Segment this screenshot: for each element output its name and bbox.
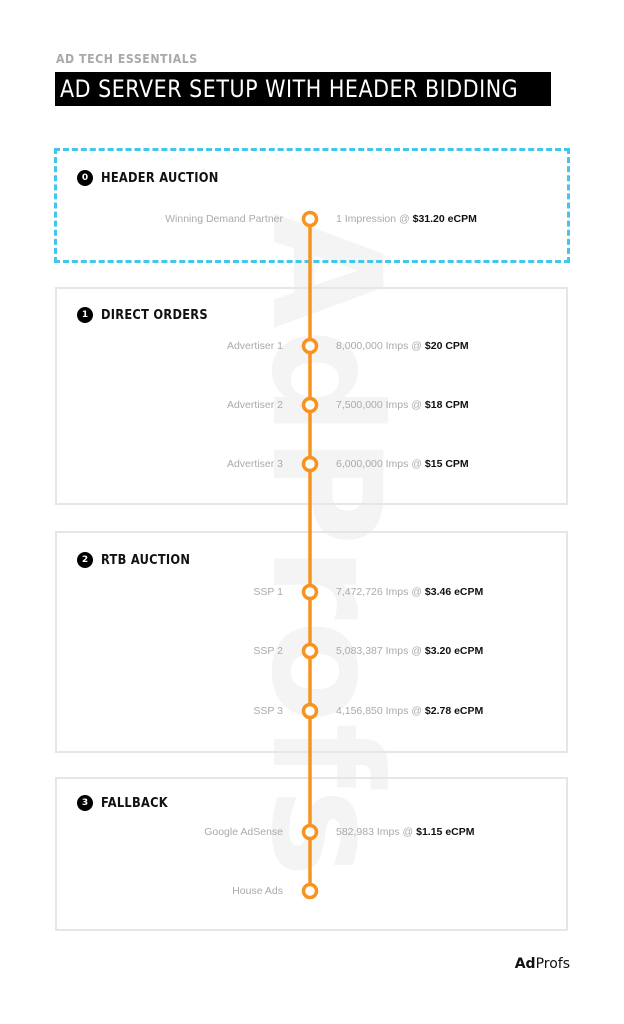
section-title: DIRECT ORDERS xyxy=(101,307,208,323)
step-badge: 2 xyxy=(77,552,93,568)
step-badge: 3 xyxy=(77,795,93,811)
item-volume: 5,083,387 Imps @ xyxy=(336,645,422,657)
step-badge: 1 xyxy=(77,307,93,323)
item-name: Advertiser 3 xyxy=(226,458,283,470)
item-value: 5,083,387 Imps @ $3.20 eCPM xyxy=(336,645,483,657)
section-header-3: 3 FALLBACK xyxy=(77,795,177,811)
logo-bold: Ad xyxy=(514,956,536,972)
section-box-header-auction xyxy=(54,148,570,263)
item-value: 1 Impression @ $31.20 eCPM xyxy=(336,213,477,225)
item-name: Advertiser 2 xyxy=(226,399,283,411)
kicker: AD TECH ESSENTIALS xyxy=(56,51,198,66)
item-volume: 7,472,726 Imps @ xyxy=(336,586,422,598)
adprofs-logo: AdProfs xyxy=(515,956,570,972)
item-name: Winning Demand Partner xyxy=(165,213,283,225)
section-header-1: 1 DIRECT ORDERS xyxy=(77,307,222,323)
item-price: $15 CPM xyxy=(424,458,469,470)
item-volume: 4,156,850 Imps @ xyxy=(336,705,422,717)
item-volume: 8,000,000 Imps @ xyxy=(336,340,422,352)
section-header-2: 2 RTB AUCTION xyxy=(77,552,202,568)
item-value: 6,000,000 Imps @ $15 CPM xyxy=(336,458,469,470)
item-price: $3.20 eCPM xyxy=(424,645,484,657)
item-price: $20 CPM xyxy=(424,340,469,352)
item-value: 8,000,000 Imps @ $20 CPM xyxy=(336,340,469,352)
item-name: SSP 1 xyxy=(253,586,283,598)
logo-regular: Profs xyxy=(535,956,570,972)
item-name: SSP 3 xyxy=(253,705,283,717)
item-price: $1.15 eCPM xyxy=(416,826,475,838)
item-volume: 1 Impression @ xyxy=(336,213,410,225)
page-title: AD SERVER SETUP WITH HEADER BIDDING xyxy=(60,75,519,103)
section-title: RTB AUCTION xyxy=(101,552,191,568)
item-name: SSP 2 xyxy=(253,645,283,657)
item-price: $31.20 eCPM xyxy=(412,213,477,225)
section-title: HEADER AUCTION xyxy=(101,170,219,186)
item-volume: 7,500,000 Imps @ xyxy=(336,399,422,411)
step-badge: 0 xyxy=(77,170,93,186)
item-price: $18 CPM xyxy=(424,399,469,411)
item-name: Advertiser 1 xyxy=(226,340,283,352)
item-volume: 582,983 Imps @ xyxy=(336,826,414,838)
item-value: 582,983 Imps @ $1.15 eCPM xyxy=(336,826,475,838)
item-value: 4,156,850 Imps @ $2.78 eCPM xyxy=(336,705,483,717)
section-header-0: 0 HEADER AUCTION xyxy=(77,170,235,186)
item-price: $3.46 eCPM xyxy=(424,586,484,598)
item-name: House Ads xyxy=(232,885,283,897)
item-price: $2.78 eCPM xyxy=(424,705,484,717)
item-name: Google AdSense xyxy=(204,826,283,838)
item-value: 7,500,000 Imps @ $18 CPM xyxy=(336,399,469,411)
item-volume: 6,000,000 Imps @ xyxy=(336,458,422,470)
item-value: 7,472,726 Imps @ $3.46 eCPM xyxy=(336,586,483,598)
section-title: FALLBACK xyxy=(101,795,168,811)
